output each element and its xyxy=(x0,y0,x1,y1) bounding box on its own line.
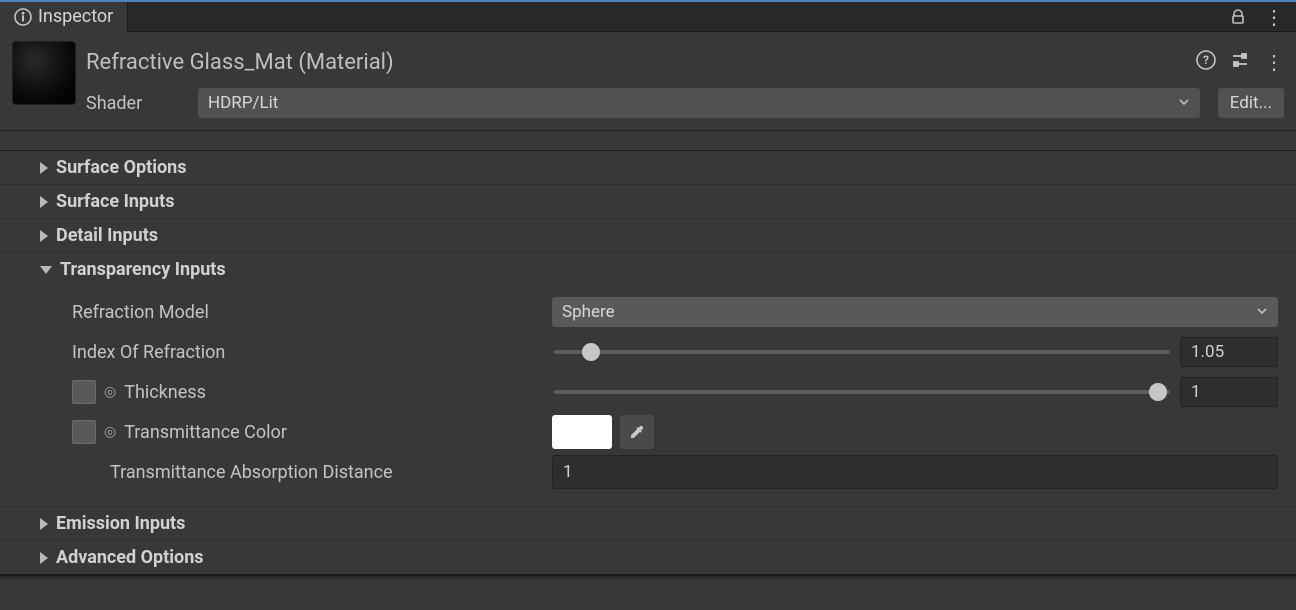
presets-icon[interactable] xyxy=(1230,50,1250,75)
separator xyxy=(0,575,1296,579)
shader-dropdown[interactable]: HDRP/Lit xyxy=(198,88,1200,118)
refraction-model-dropdown[interactable]: Sphere xyxy=(552,297,1278,327)
chevron-right-icon xyxy=(40,196,48,208)
absorption-distance-field[interactable]: 1 xyxy=(552,455,1278,489)
kebab-icon[interactable]: ⋮ xyxy=(1264,5,1284,29)
chevron-down-icon xyxy=(1178,93,1190,113)
material-preview-thumbnail[interactable] xyxy=(12,41,76,105)
thickness-slider[interactable] xyxy=(552,377,1172,407)
prop-ior: Index Of Refraction 1.05 xyxy=(12,332,1284,372)
eyedropper-button[interactable] xyxy=(620,415,654,449)
chevron-down-icon xyxy=(40,266,52,274)
ior-slider[interactable] xyxy=(552,337,1172,367)
chevron-right-icon xyxy=(40,552,48,564)
svg-text:?: ? xyxy=(1203,53,1209,67)
chevron-right-icon xyxy=(40,230,48,242)
foldout-emission-inputs[interactable]: Emission Inputs xyxy=(0,507,1296,541)
prop-refraction-model: Refraction Model Sphere xyxy=(12,292,1284,332)
edit-shader-button[interactable]: Edit... xyxy=(1218,88,1284,118)
thickness-texture-slot[interactable] xyxy=(72,380,96,404)
prop-thickness: ◎ Thickness 1 xyxy=(12,372,1284,412)
lock-icon[interactable] xyxy=(1230,9,1246,25)
tab-inspector[interactable]: Inspector xyxy=(0,2,128,32)
prop-absorption-distance: Transmittance Absorption Distance 1 xyxy=(12,452,1284,492)
transmittance-color-field[interactable] xyxy=(552,415,612,449)
shader-value: HDRP/Lit xyxy=(208,93,278,113)
shader-label: Shader xyxy=(86,93,186,114)
tab-bar: Inspector ⋮ xyxy=(0,0,1296,32)
info-icon xyxy=(14,8,32,26)
chevron-right-icon xyxy=(40,162,48,174)
shader-row: Shader HDRP/Lit Edit... xyxy=(0,82,1296,131)
material-header: Refractive Glass_Mat (Material) ? ⋮ xyxy=(0,32,1296,82)
material-title: Refractive Glass_Mat (Material) xyxy=(86,50,1186,75)
prop-transmittance-color: ◎ Transmittance Color xyxy=(12,412,1284,452)
foldout-advanced-options[interactable]: Advanced Options xyxy=(0,541,1296,575)
thickness-field[interactable]: 1 xyxy=(1180,377,1278,407)
chevron-down-icon xyxy=(1256,302,1268,322)
kebab-icon[interactable]: ⋮ xyxy=(1264,50,1284,74)
chevron-right-icon xyxy=(40,518,48,530)
foldout-detail-inputs[interactable]: Detail Inputs xyxy=(0,219,1296,253)
foldout-surface-options[interactable]: Surface Options xyxy=(0,151,1296,185)
transparency-section: Refraction Model Sphere Index Of Refract… xyxy=(0,286,1296,507)
target-icon: ◎ xyxy=(104,384,116,400)
ior-field[interactable]: 1.05 xyxy=(1180,337,1278,367)
foldout-surface-inputs[interactable]: Surface Inputs xyxy=(0,185,1296,219)
transmittance-texture-slot[interactable] xyxy=(72,420,96,444)
separator xyxy=(0,131,1296,151)
tab-label: Inspector xyxy=(38,6,113,27)
target-icon: ◎ xyxy=(104,424,116,440)
help-icon[interactable]: ? xyxy=(1196,50,1216,75)
foldout-transparency-inputs[interactable]: Transparency Inputs xyxy=(0,253,1296,286)
